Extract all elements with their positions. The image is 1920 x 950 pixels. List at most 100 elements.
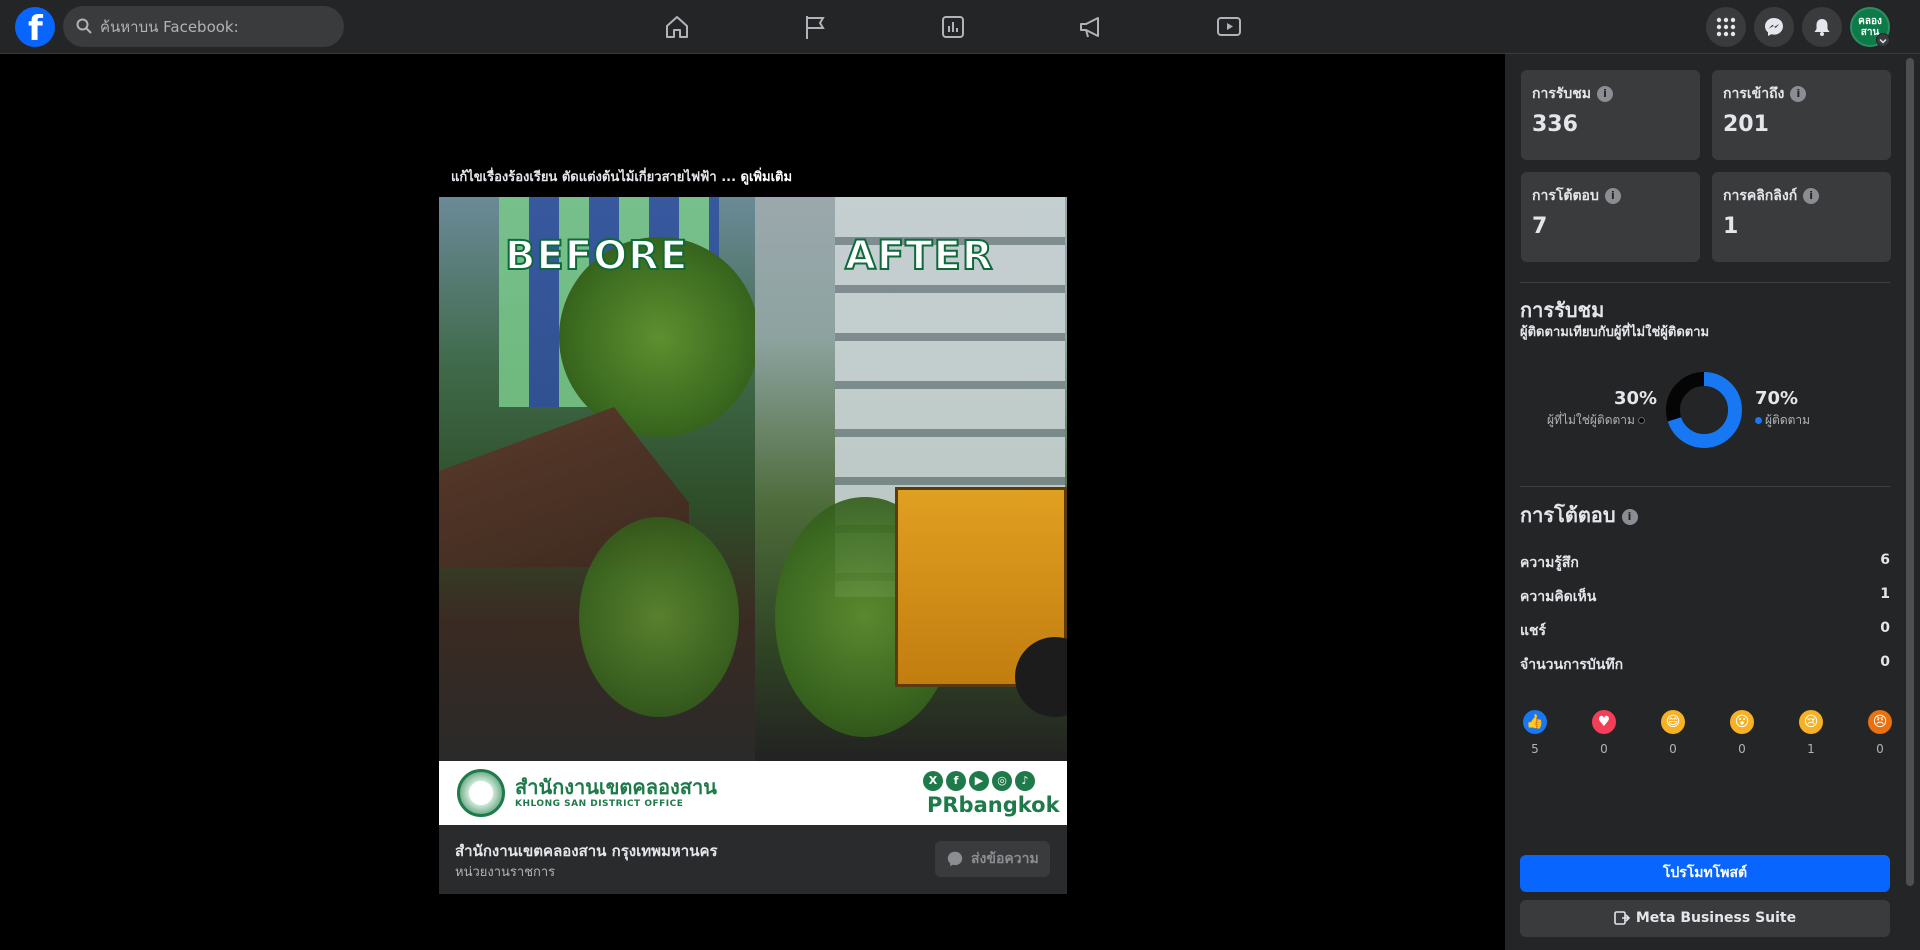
reaction-count: 1 — [1807, 742, 1815, 756]
panel-scrollbar[interactable] — [1906, 58, 1914, 886]
reaction-count: 0 — [1738, 742, 1746, 756]
notifications-button[interactable] — [1802, 7, 1842, 47]
post-image[interactable]: BEFORE AFTER สำนักงานเขตคลองสาน KHLONG S… — [439, 197, 1067, 825]
pages-flag-icon[interactable] — [801, 13, 829, 41]
see-more-link[interactable]: ดูเพิ่มเติม — [741, 170, 792, 185]
tiktok-icon: ♪ — [1015, 771, 1035, 791]
caption-text: แก้ไขเรื่องร้องเรียน ตัดแต่งต้นไม้เกี่ยว… — [451, 170, 737, 185]
engagement-label: จำนวนการบันทึก — [1520, 657, 1624, 673]
non-follower-label: ผู้ที่ไม่ใช่ผู้ติดตาม — [1547, 413, 1635, 427]
engagement-value: 0 — [1880, 654, 1890, 670]
engagement-row-reactions: ความรู้สึก 6 — [1520, 552, 1890, 572]
engagement-label: ความรู้สึก — [1520, 555, 1579, 571]
pr-brand: PRbangkok — [927, 793, 1060, 817]
reaction-wow: 😮 0 — [1727, 710, 1757, 756]
account-caret[interactable] — [1876, 33, 1890, 47]
video-icon[interactable] — [1215, 13, 1243, 41]
messenger-button[interactable] — [1754, 7, 1794, 47]
stat-label: การคลิกลิงก์ — [1723, 188, 1798, 204]
mbs-label: Meta Business Suite — [1635, 910, 1797, 926]
stat-card-views: การรับชม i 336 — [1521, 70, 1700, 160]
page-info-card: สำนักงานเขตคลองสาน กรุงเทพมหานคร หน่วยงา… — [439, 825, 1067, 894]
engagement-section-title: การโต้ตอบ — [1520, 503, 1616, 527]
stat-card-engagement: การโต้ตอบ i 7 — [1521, 172, 1700, 262]
stat-value: 1 — [1723, 214, 1739, 239]
home-icon[interactable] — [663, 13, 691, 41]
social-icons: Xf ▶ ◎ ♪ — [923, 769, 1038, 791]
page-type: หน่วยงานราชการ — [455, 865, 556, 880]
engagement-row-comments: ความคิดเห็น 1 — [1520, 586, 1890, 606]
reaction-love: ♥ 0 — [1589, 710, 1619, 756]
love-icon: ♥ — [1592, 710, 1616, 734]
sad-icon: 😢 — [1799, 710, 1823, 734]
non-follower-dot — [1637, 417, 1645, 424]
stat-value: 201 — [1723, 112, 1769, 137]
meta-business-suite-button[interactable]: Meta Business Suite — [1520, 900, 1890, 937]
engagement-label: ความคิดเห็น — [1520, 589, 1597, 605]
x-icon: X — [923, 771, 943, 791]
tree — [579, 517, 739, 717]
grid-icon — [1716, 17, 1736, 37]
stat-label: การโต้ตอบ — [1532, 188, 1599, 204]
reaction-count: 5 — [1531, 742, 1539, 756]
messenger-icon — [1765, 18, 1783, 36]
search-icon — [76, 18, 92, 34]
menu-grid-button[interactable] — [1706, 7, 1746, 47]
reaction-count: 0 — [1669, 742, 1677, 756]
post-caption: แก้ไขเรื่องร้องเรียน ตัดแต่งต้นไม้เกี่ยว… — [451, 166, 792, 187]
after-photo: AFTER — [755, 197, 1067, 761]
bell-icon — [1814, 19, 1830, 36]
engagement-value: 0 — [1880, 620, 1890, 636]
engagement-row-saves: จำนวนการบันทึก 0 — [1520, 654, 1890, 674]
reaction-haha: 😄 0 — [1658, 710, 1688, 756]
views-section-subtitle: ผู้ติดตามเทียบกับผู้ที่ไม่ใช่ผู้ติดตาม — [1520, 325, 1710, 340]
stat-card-reach: การเข้าถึง i 201 — [1712, 70, 1891, 160]
reaction-sad: 😢 1 — [1796, 710, 1826, 756]
search-input[interactable] — [100, 6, 330, 47]
send-message-button[interactable]: ส่งข้อความ — [935, 841, 1050, 877]
like-icon: 👍 — [1523, 710, 1547, 734]
promote-post-button[interactable]: โปรโมทโพสต์ — [1520, 855, 1890, 892]
stat-value: 336 — [1532, 112, 1578, 137]
info-icon[interactable]: i — [1621, 508, 1638, 525]
after-label: AFTER — [844, 232, 994, 280]
follower-label: ผู้ติดตาม — [1765, 413, 1811, 427]
before-label: BEFORE — [504, 232, 689, 280]
district-banner: สำนักงานเขตคลองสาน KHLONG SAN DISTRICT O… — [439, 761, 1067, 825]
chevron-down-icon — [1879, 38, 1887, 44]
instagram-icon: ◎ — [992, 771, 1012, 791]
stat-card-link-clicks: การคลิกลิงก์ i 1 — [1712, 172, 1891, 262]
info-icon[interactable]: i — [1604, 188, 1621, 204]
reaction-count: 0 — [1600, 742, 1608, 756]
divider — [1520, 282, 1890, 283]
reaction-angry: 😠 0 — [1865, 710, 1895, 756]
followers-donut-chart — [1666, 372, 1742, 448]
engagement-value: 1 — [1880, 586, 1890, 602]
engagement-value: 6 — [1880, 552, 1890, 568]
megaphone-icon[interactable] — [1077, 13, 1105, 41]
follower-percent: 70% — [1755, 388, 1799, 409]
info-icon[interactable]: i — [1790, 86, 1807, 102]
divider — [1520, 486, 1890, 487]
wow-icon: 😮 — [1730, 710, 1754, 734]
info-icon[interactable]: i — [1597, 86, 1613, 102]
stat-label: การรับชม — [1532, 86, 1591, 102]
insights-panel: การรับชม i 336 การเข้าถึง i 201 การโต้ตอบ i… — [1505, 54, 1920, 950]
logo-letter: f — [28, 9, 43, 49]
reaction-count: 0 — [1876, 742, 1884, 756]
engagement-row-shares: แชร์ 0 — [1520, 620, 1890, 640]
non-follower-legend: ผู้ที่ไม่ใช่ผู้ติดตาม — [1547, 411, 1648, 430]
banner-subtitle: KHLONG SAN DISTRICT OFFICE — [515, 799, 684, 809]
engagement-label: แชร์ — [1520, 623, 1547, 639]
insights-chart-icon[interactable] — [939, 13, 967, 41]
angry-icon: 😠 — [1868, 710, 1892, 734]
follower-dot — [1755, 417, 1762, 424]
search-box[interactable] — [63, 6, 344, 47]
info-icon[interactable]: i — [1803, 188, 1820, 204]
follower-legend: ผู้ติดตาม — [1755, 411, 1810, 430]
page-name[interactable]: สำนักงานเขตคลองสาน กรุงเทพมหานคร — [455, 839, 718, 863]
district-seal-icon — [457, 769, 505, 817]
facebook-logo[interactable]: f — [15, 7, 55, 49]
stat-label: การเข้าถึง — [1723, 86, 1785, 102]
haha-icon: 😄 — [1661, 710, 1685, 734]
